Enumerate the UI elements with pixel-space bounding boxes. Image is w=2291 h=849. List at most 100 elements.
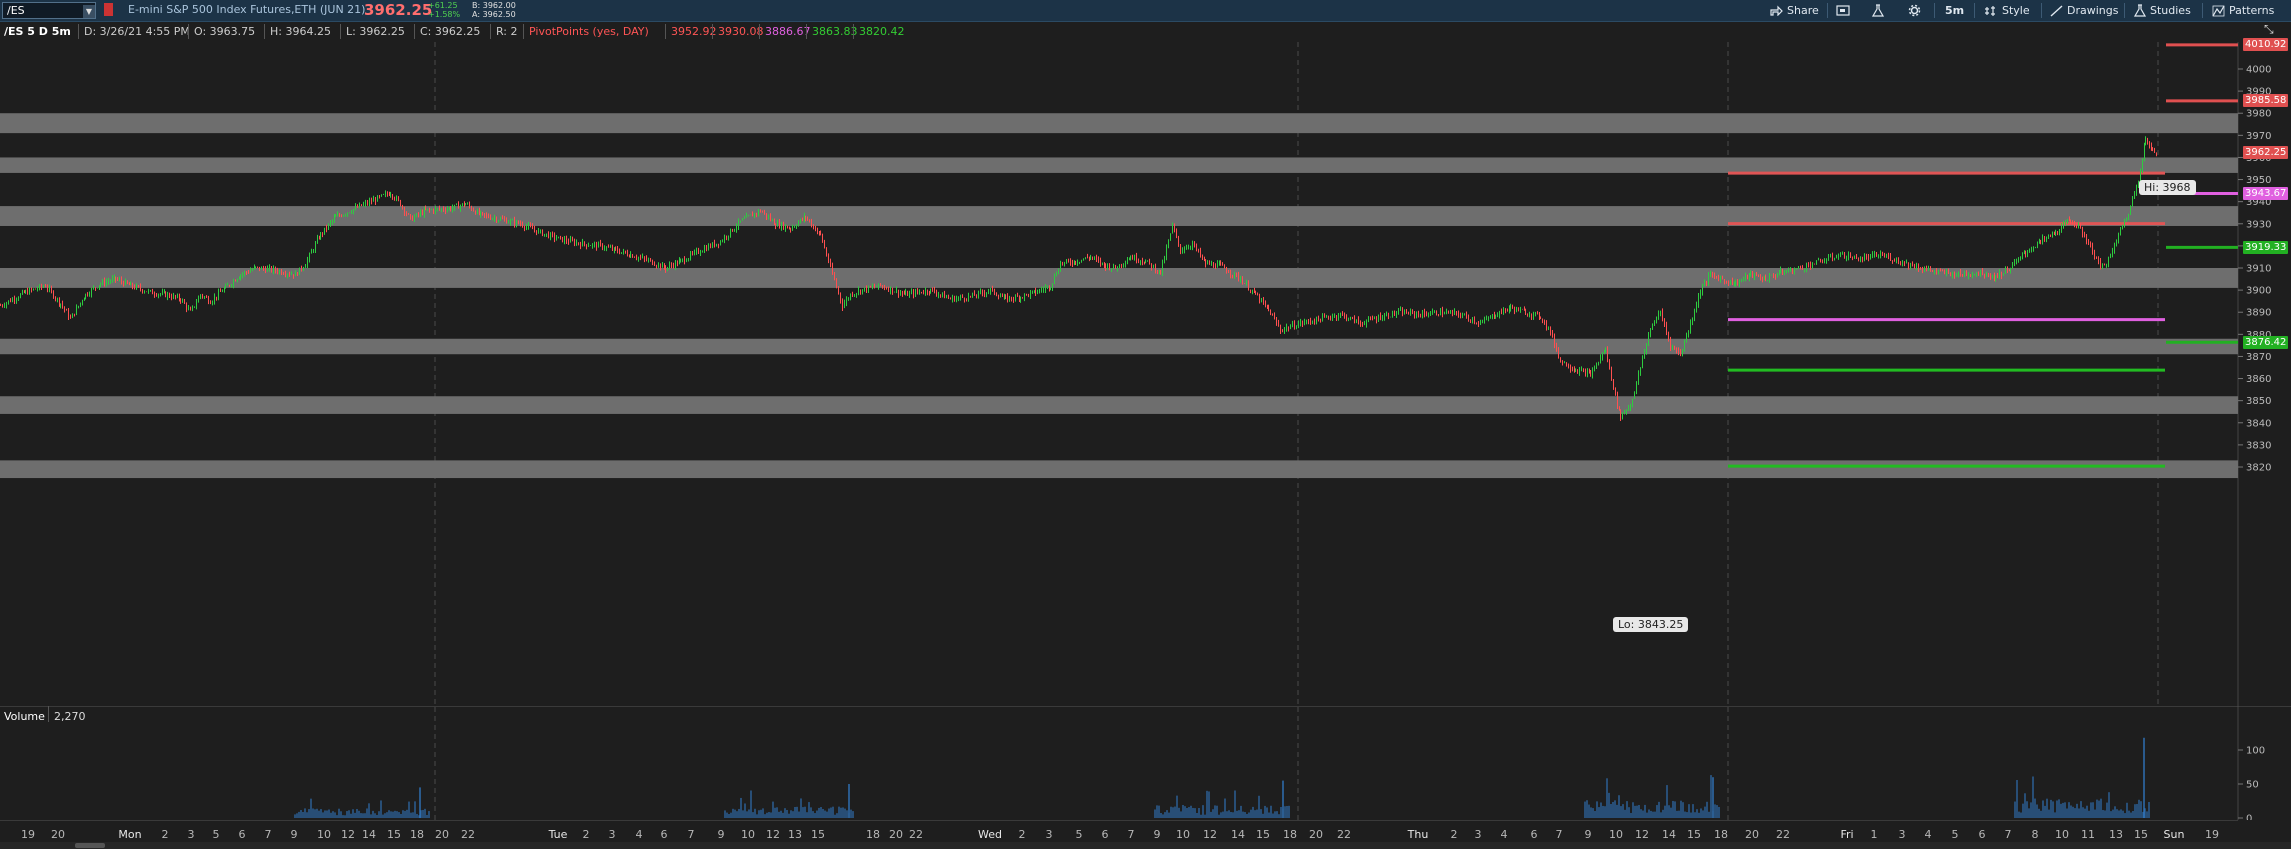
pivot-r1-value: 3930.08 — [718, 25, 764, 38]
time-tick-label: 6 — [1979, 828, 1986, 841]
time-tick-label: 19 — [2205, 828, 2219, 841]
time-tick-label: 3 — [188, 828, 195, 841]
patterns-icon — [2212, 5, 2225, 16]
price-zone — [0, 396, 2238, 414]
time-tick-label: 12 — [766, 828, 780, 841]
image-icon — [1836, 5, 1850, 16]
price-tick-label: 3980 — [2246, 109, 2271, 120]
time-tick-label: 2 — [1451, 828, 1458, 841]
timeframe-button[interactable]: 5m — [1945, 0, 1964, 21]
time-tick-label: 3 — [1899, 828, 1906, 841]
price-tick-label: 3910 — [2246, 264, 2271, 275]
studies-button[interactable]: Studies — [2134, 0, 2191, 21]
share-button[interactable]: Share — [1770, 0, 1819, 21]
pivot-s1-value: 3863.83 — [812, 25, 858, 38]
time-tick-label: 3 — [1046, 828, 1053, 841]
time-tick-label: 7 — [2005, 828, 2012, 841]
bar-range: R: 2 — [496, 25, 518, 38]
price-tick-label: 3950 — [2246, 175, 2271, 186]
price-zone — [0, 157, 2238, 173]
bid-price: B: 3962.00 — [472, 1, 516, 10]
style-button[interactable]: Style — [1984, 0, 2030, 21]
time-tick-label: 7 — [1128, 828, 1135, 841]
price-tick-label: 3830 — [2246, 440, 2271, 451]
low-annotation: Lo: 3843.25 — [1613, 617, 1689, 632]
time-tick-label: 6 — [661, 828, 668, 841]
time-tick-label: 15 — [1687, 828, 1701, 841]
time-tick-label: 11 — [2081, 828, 2095, 841]
chart-info-bar: /ES 5 D 5m D: 3/26/21 4:55 PM O: 3963.75… — [0, 22, 2291, 42]
flag-icon[interactable] — [104, 3, 113, 16]
time-tick-label: 4 — [636, 828, 643, 841]
settings-button[interactable] — [1908, 0, 1925, 21]
instrument-description: E-mini S&P 500 Index Futures,ETH (JUN 21… — [128, 3, 366, 16]
price-zone — [0, 268, 2238, 288]
volume-day-separators — [434, 707, 1729, 820]
bar-open: O: 3963.75 — [194, 25, 256, 38]
volume-tick-label: 50 — [2246, 780, 2259, 791]
ask-price: A: 3962.50 — [472, 10, 516, 19]
pivot-r2-value: 3952.92 — [671, 25, 717, 38]
price-zone — [0, 338, 2238, 355]
patterns-button[interactable]: Patterns — [2212, 0, 2274, 21]
time-tick-label: 18 — [866, 828, 880, 841]
percent-change: +1.58% — [428, 10, 461, 19]
price-tag: 3943.67 — [2243, 187, 2289, 201]
time-tick-label: 22 — [1337, 828, 1351, 841]
time-tick-label: 20 — [1745, 828, 1759, 841]
volume-bars — [294, 737, 2150, 818]
volume-axis: 100500 — [2238, 746, 2265, 820]
time-axis: 19 20 Mon 2 3 5 6 7 9 10 12 14 15 18 20 22 Tue 2 3 4 6 7 9 10 12… — [0, 820, 2291, 849]
price-tag: 3962.25 — [2243, 145, 2289, 159]
price-tick-label: 3870 — [2246, 352, 2271, 363]
time-tick-label: 12 — [1203, 828, 1217, 841]
pivot-study-label[interactable]: PivotPoints (yes, DAY) — [529, 25, 649, 38]
price-zone — [0, 113, 2238, 134]
time-tick-label: 3 — [609, 828, 616, 841]
volume-tick-label: 100 — [2246, 746, 2265, 757]
price-chart[interactable]: 4000399039803970396039503940393039203910… — [0, 42, 2291, 707]
time-tick-label: 22 — [1776, 828, 1790, 841]
expand-icon[interactable]: ⤡ — [2264, 22, 2274, 37]
drawings-button[interactable]: Drawings — [2050, 0, 2118, 21]
time-tick-label: 9 — [1154, 828, 1161, 841]
price-tick-label: 3890 — [2246, 308, 2271, 319]
time-tick-label: 9 — [291, 828, 298, 841]
time-tick-label: 1 — [1871, 828, 1878, 841]
time-tick-label: 10 — [1176, 828, 1190, 841]
time-tick-label: 13 — [2109, 828, 2123, 841]
time-tick-label: 12 — [341, 828, 355, 841]
symbol-input[interactable]: /ES ▼ — [2, 2, 96, 19]
price-tag: 4010.92 — [2243, 38, 2289, 52]
lab-button[interactable] — [1872, 0, 1888, 21]
time-tick-label: 18 — [410, 828, 424, 841]
high-annotation: Hi: 3968 — [2139, 180, 2196, 195]
price-tick-label: 3900 — [2246, 286, 2271, 297]
bar-close: C: 3962.25 — [420, 25, 481, 38]
time-tick-label: Fri — [1840, 828, 1853, 841]
price-axis: 4000399039803970396039503940393039203910… — [2238, 65, 2271, 474]
time-tick-label: Sun — [2164, 828, 2185, 841]
chevron-down-icon[interactable]: ▼ — [83, 5, 95, 18]
time-tick-label: 7 — [265, 828, 272, 841]
volume-chart[interactable]: 100500 — [0, 707, 2291, 820]
price-tick-label: 3850 — [2246, 396, 2271, 407]
time-tick-label: 18 — [1283, 828, 1297, 841]
time-tick-label: 13 — [788, 828, 802, 841]
snapshot-button[interactable] — [1836, 0, 1854, 21]
time-tick-label: 2 — [1019, 828, 1026, 841]
price-zone — [0, 460, 2238, 479]
price-tick-label: 3840 — [2246, 418, 2271, 429]
price-tag: 3919.33 — [2243, 240, 2289, 254]
gear-icon — [1908, 4, 1921, 17]
time-tick-label: 6 — [1531, 828, 1538, 841]
style-icon — [1985, 5, 1995, 16]
time-tick-label: 19 — [21, 828, 35, 841]
time-tick-label: 20 — [435, 828, 449, 841]
price-tick-label: 4000 — [2246, 65, 2271, 76]
pivot-s2-value: 3820.42 — [859, 25, 905, 38]
time-tick-label: 12 — [1635, 828, 1649, 841]
horizontal-scrollbar — [75, 843, 105, 848]
time-tick-label: 15 — [1256, 828, 1270, 841]
time-tick-label: 22 — [461, 828, 475, 841]
